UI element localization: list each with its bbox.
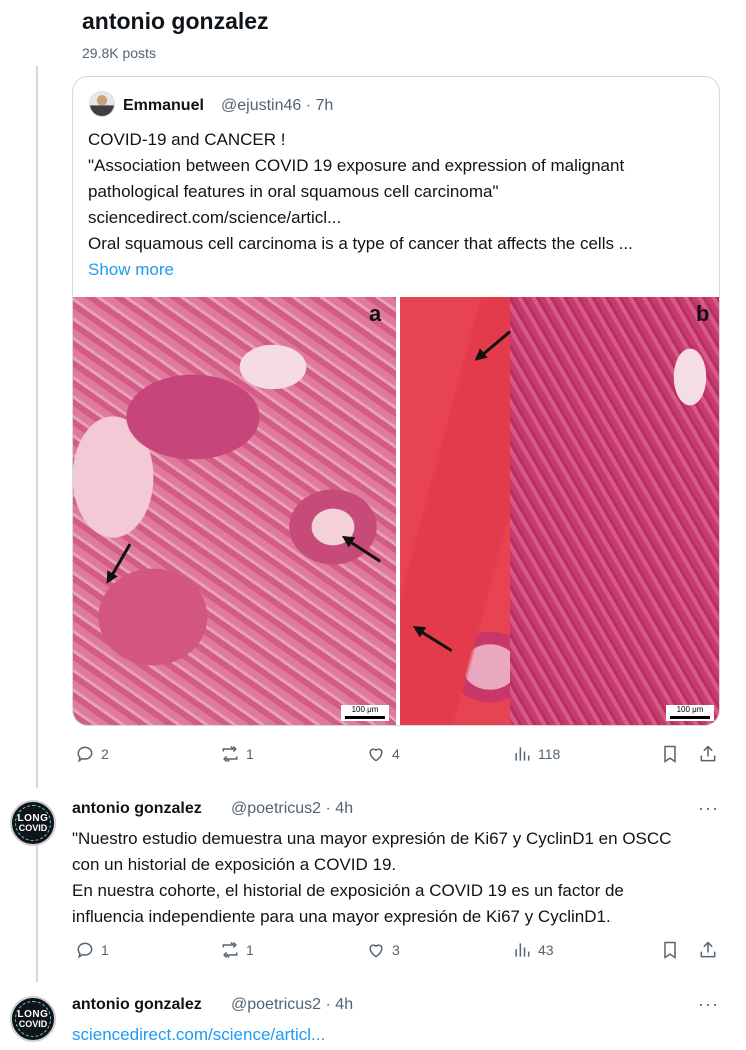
header-name: antonio gonzalez: [82, 8, 269, 34]
like-icon: [369, 748, 383, 762]
repost-count: 1: [246, 942, 254, 958]
reply-icon: [77, 746, 93, 763]
arrow-icon: [477, 330, 512, 360]
quoted-handle[interactable]: @ejustin46: [221, 97, 301, 114]
quoted-line: Oral squamous cell carcinoma is a type o…: [88, 234, 633, 253]
avatar-text: COVID: [18, 1019, 48, 1029]
post-line: En nuestra cohorte, el historial de expo…: [72, 881, 624, 900]
more-icon[interactable]: ···: [698, 798, 719, 819]
bookmark-icon: [664, 745, 676, 763]
histology-panel-b: b 100 μm: [400, 297, 719, 725]
author-name[interactable]: antonio gonzalez: [72, 996, 202, 1014]
post-line: "Nuestro estudio demuestra una mayor exp…: [72, 829, 672, 848]
post-image[interactable]: a 100 μm b 100 μm: [73, 297, 719, 725]
reply-button[interactable]: 2: [75, 744, 109, 764]
reply-button[interactable]: 1: [75, 940, 109, 960]
quoted-link[interactable]: sciencedirect.com/science/articl...: [88, 205, 708, 231]
author-name[interactable]: antonio gonzalez: [72, 800, 202, 818]
views-icon: [515, 943, 530, 957]
panel-label: a: [369, 301, 382, 326]
handle-time: @poetricus2 · 4h: [231, 800, 354, 817]
scale-label: 100 μm: [676, 705, 704, 714]
bookmark-button[interactable]: [660, 744, 680, 764]
action-bar: 2 1 4 118: [72, 744, 720, 768]
quoted-author-name[interactable]: Emmanuel: [123, 97, 204, 115]
quoted-line: "Association between COVID 19 exposure a…: [88, 156, 625, 175]
like-button[interactable]: 4: [366, 744, 400, 764]
repost-count: 1: [246, 746, 254, 762]
scale-bar: 100 μm: [666, 705, 714, 721]
post-text: "Nuestro estudio demuestra una mayor exp…: [72, 826, 732, 930]
author-handle[interactable]: @poetricus2: [231, 996, 321, 1013]
like-icon: [369, 944, 383, 958]
handle-time: @poetricus2 · 4h: [231, 996, 354, 1013]
views-button[interactable]: 118: [512, 744, 560, 764]
repost-button[interactable]: 1: [220, 940, 254, 960]
more-icon[interactable]: ···: [698, 994, 719, 1015]
panel-label: b: [696, 301, 710, 326]
arrow-icon: [344, 537, 382, 563]
avatar[interactable]: LONG COVID: [10, 800, 56, 846]
thread-line: [36, 66, 38, 788]
author-handle[interactable]: @poetricus2: [231, 800, 321, 817]
reply-icon: [77, 942, 93, 959]
action-bar: 1 1 3 43: [72, 940, 720, 964]
quoted-handle-time: @ejustin46 · 7h: [221, 97, 334, 114]
post-count: 29.8K posts: [82, 45, 156, 61]
scale-bar: 100 μm: [341, 705, 389, 721]
post-time[interactable]: 4h: [335, 800, 353, 817]
scale-label: 100 μm: [351, 705, 379, 714]
views-count: 118: [538, 746, 561, 762]
profile-header: antonio gonzalez 29.8K posts: [0, 0, 610, 68]
reply-post[interactable]: LONG COVID antonio gonzalez @poetricus2 …: [0, 992, 746, 1050]
share-icon: [700, 745, 716, 762]
share-button[interactable]: [698, 744, 718, 764]
like-count: 4: [392, 746, 400, 762]
avatar[interactable]: [89, 91, 115, 117]
post-line: influencia independiente para una mayor …: [72, 907, 611, 926]
share-icon: [700, 941, 716, 958]
histology-panel-a: a 100 μm: [73, 297, 396, 725]
post-link[interactable]: sciencedirect.com/science/articl...: [72, 1022, 732, 1048]
repost-button[interactable]: 1: [220, 744, 254, 764]
like-count: 3: [392, 942, 400, 958]
arrow-icon: [415, 627, 453, 653]
quoted-line: COVID-19 and CANCER !: [88, 130, 286, 149]
avatar[interactable]: LONG COVID: [10, 996, 56, 1042]
avatar-text: COVID: [18, 823, 48, 833]
post-line: con un historial de exposición a COVID 1…: [72, 855, 397, 874]
views-button[interactable]: 43: [512, 940, 554, 960]
repost-icon: [222, 745, 238, 763]
tissue-region: [510, 297, 719, 725]
arrow-icon: [107, 543, 132, 582]
quoted-line: pathological features in oral squamous c…: [88, 182, 499, 201]
quoted-post[interactable]: Emmanuel @ejustin46 · 7h COVID-19 and CA…: [72, 76, 720, 726]
views-count: 43: [538, 942, 554, 958]
bookmark-button[interactable]: [660, 940, 680, 960]
reply-count: 2: [101, 746, 109, 762]
like-button[interactable]: 3: [366, 940, 400, 960]
show-more-link[interactable]: Show more: [88, 257, 708, 283]
quoted-time[interactable]: 7h: [316, 97, 334, 114]
reply-count: 1: [101, 942, 109, 958]
repost-icon: [222, 941, 238, 959]
share-button[interactable]: [698, 940, 718, 960]
quoted-text: COVID-19 and CANCER ! "Association betwe…: [88, 127, 708, 283]
views-icon: [515, 747, 530, 761]
post-time[interactable]: 4h: [335, 996, 353, 1013]
bookmark-icon: [664, 941, 676, 959]
